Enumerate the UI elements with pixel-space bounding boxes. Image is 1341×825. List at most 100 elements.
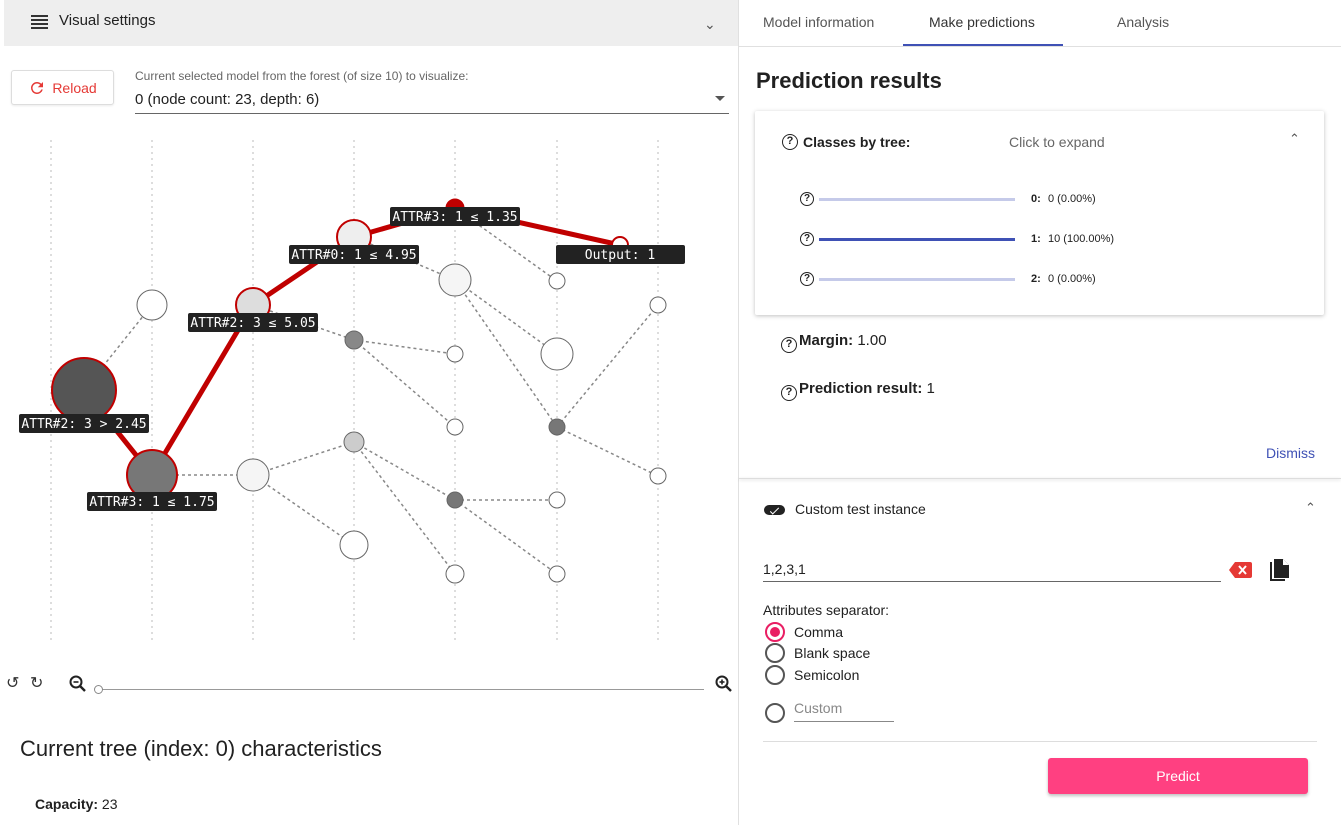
backspace-clear-icon[interactable]: [1229, 562, 1252, 578]
prediction-result-value: 1: [926, 380, 935, 397]
class-row: ? 0: 0 (0.00%): [800, 192, 1130, 208]
model-select[interactable]: 0 (node count: 23, depth: 6): [135, 88, 729, 114]
zoom-slider-track[interactable]: [100, 689, 704, 690]
tree-node[interactable]: [446, 491, 464, 509]
radio-label-comma[interactable]: Comma: [794, 624, 843, 640]
margin-row: ? Margin: 1.00: [781, 332, 887, 353]
tree-node[interactable]: [649, 467, 667, 485]
tree-characteristics-title: Current tree (index: 0) characteristics: [20, 736, 382, 761]
tree-node[interactable]: [540, 337, 574, 371]
tree-node[interactable]: [548, 491, 566, 509]
tree-node[interactable]: [343, 431, 365, 453]
tab-analysis[interactable]: Analysis: [1117, 14, 1169, 30]
zoom-slider-thumb[interactable]: [94, 685, 103, 694]
class-value: 0 (0.00%): [1048, 273, 1096, 285]
menu-icon: [31, 15, 48, 29]
class-label: 2:: [1031, 273, 1041, 285]
node-label: ATTR#3: 1 ≤ 1.75: [89, 495, 214, 510]
custom-instance-input[interactable]: 1,2,3,1: [763, 558, 1221, 582]
click-to-expand-hint[interactable]: Click to expand: [1009, 134, 1105, 150]
tree-node[interactable]: [344, 330, 364, 350]
tree-node[interactable]: [548, 418, 566, 436]
custom-instance-title[interactable]: Custom test instance: [795, 501, 926, 517]
help-icon[interactable]: ?: [781, 385, 797, 401]
tree-node[interactable]: [236, 458, 270, 492]
node-labels: ATTR#2: 3 > 2.45 ATTR#3: 1 ≤ 1.75 ATTR#2…: [19, 207, 685, 511]
capacity-row: Capacity: 23: [35, 796, 118, 812]
visual-settings-header[interactable]: Visual settings ⌄: [4, 0, 738, 46]
chevron-down-icon[interactable]: ⌄: [704, 16, 716, 33]
node-label: ATTR#2: 3 > 2.45: [21, 417, 146, 432]
tree-node[interactable]: [445, 564, 465, 584]
node-label: Output: 1: [585, 248, 655, 263]
radio-label-semicolon[interactable]: Semicolon: [794, 667, 859, 683]
custom-instance-value: 1,2,3,1: [763, 561, 806, 577]
chevron-up-icon[interactable]: ⌃: [1305, 500, 1316, 516]
class-bar-fill: [819, 238, 1015, 241]
reload-label: Reload: [52, 79, 97, 96]
help-icon[interactable]: ?: [800, 192, 814, 206]
help-icon[interactable]: ?: [800, 232, 814, 246]
tree-node[interactable]: [548, 272, 566, 290]
custom-separator-input[interactable]: Custom: [794, 700, 894, 722]
radio-comma[interactable]: [765, 622, 785, 642]
capacity-value: 23: [101, 796, 118, 812]
help-icon[interactable]: ?: [781, 337, 797, 353]
right-panel: Model information Make predictions Analy…: [739, 0, 1341, 825]
class-row: ? 2: 0 (0.00%): [800, 272, 1130, 288]
class-bar-track: [819, 238, 1015, 241]
prediction-result-row: ? Prediction result: 1: [781, 380, 935, 401]
class-bar-track: [819, 278, 1015, 281]
class-label: 1:: [1031, 233, 1041, 245]
radio-blank-space[interactable]: [765, 643, 785, 663]
classes-by-tree-panel[interactable]: ? Classes by tree: Click to expand ⌃ ? 0…: [755, 111, 1324, 315]
visual-settings-title: Visual settings: [59, 12, 156, 29]
rotate-left-icon[interactable]: ↺: [6, 673, 19, 693]
radio-custom[interactable]: [765, 703, 785, 723]
reload-button[interactable]: Reload: [11, 70, 114, 105]
model-select-label: Current selected model from the forest (…: [135, 69, 469, 83]
help-icon[interactable]: ?: [782, 134, 798, 150]
prediction-result-label: Prediction result:: [799, 380, 923, 397]
tree-node[interactable]: [438, 263, 472, 297]
margin-value: 1.00: [857, 332, 887, 349]
radio-semicolon[interactable]: [765, 665, 785, 685]
tree-visualization[interactable]: ATTR#2: 3 > 2.45 ATTR#3: 1 ≤ 1.75 ATTR#2…: [0, 130, 738, 650]
classes-by-tree-label: Classes by tree:: [803, 134, 911, 150]
help-icon[interactable]: ?: [800, 272, 814, 286]
tree-node[interactable]: [136, 289, 168, 321]
class-row: ? 1: 10 (100.00%): [800, 232, 1130, 248]
refresh-icon: [31, 81, 44, 94]
class-value: 0 (0.00%): [1048, 193, 1096, 205]
dismiss-button[interactable]: Dismiss: [1266, 445, 1315, 461]
predict-button[interactable]: Predict: [1048, 758, 1308, 794]
separator-label: Attributes separator:: [763, 602, 890, 618]
tab-bar: Model information Make predictions Analy…: [739, 0, 1341, 47]
radio-label-blank-space[interactable]: Blank space: [794, 645, 870, 661]
capacity-label: Capacity:: [35, 796, 99, 812]
tab-make-predictions[interactable]: Make predictions: [929, 14, 1035, 30]
prediction-results-title: Prediction results: [756, 68, 942, 93]
dropdown-arrow-icon: [715, 96, 725, 101]
card-divider: [739, 478, 1341, 479]
class-value: 10 (100.00%): [1048, 233, 1115, 245]
zoom-out-icon[interactable]: [68, 674, 88, 694]
tree-node[interactable]: [51, 357, 117, 423]
class-bar-track: [819, 198, 1015, 201]
rotate-right-icon[interactable]: ↻: [30, 673, 43, 693]
tree-node[interactable]: [446, 418, 464, 436]
toggle-check-icon: [764, 505, 785, 515]
file-copy-icon[interactable]: [1270, 559, 1290, 581]
node-label: ATTR#3: 1 ≤ 1.35: [392, 210, 517, 225]
depth-guides: [50, 140, 659, 640]
tree-node[interactable]: [548, 565, 566, 583]
zoom-in-icon[interactable]: [714, 674, 734, 694]
model-select-value: 0 (node count: 23, depth: 6): [135, 91, 320, 108]
tree-node[interactable]: [446, 345, 464, 363]
form-divider: [763, 741, 1317, 742]
left-panel: Visual settings ⌄ Reload Current selecte…: [0, 0, 738, 825]
tree-node[interactable]: [649, 296, 667, 314]
tab-model-information[interactable]: Model information: [763, 14, 874, 30]
chevron-up-icon[interactable]: ⌃: [1289, 131, 1300, 147]
tree-node[interactable]: [339, 530, 369, 560]
